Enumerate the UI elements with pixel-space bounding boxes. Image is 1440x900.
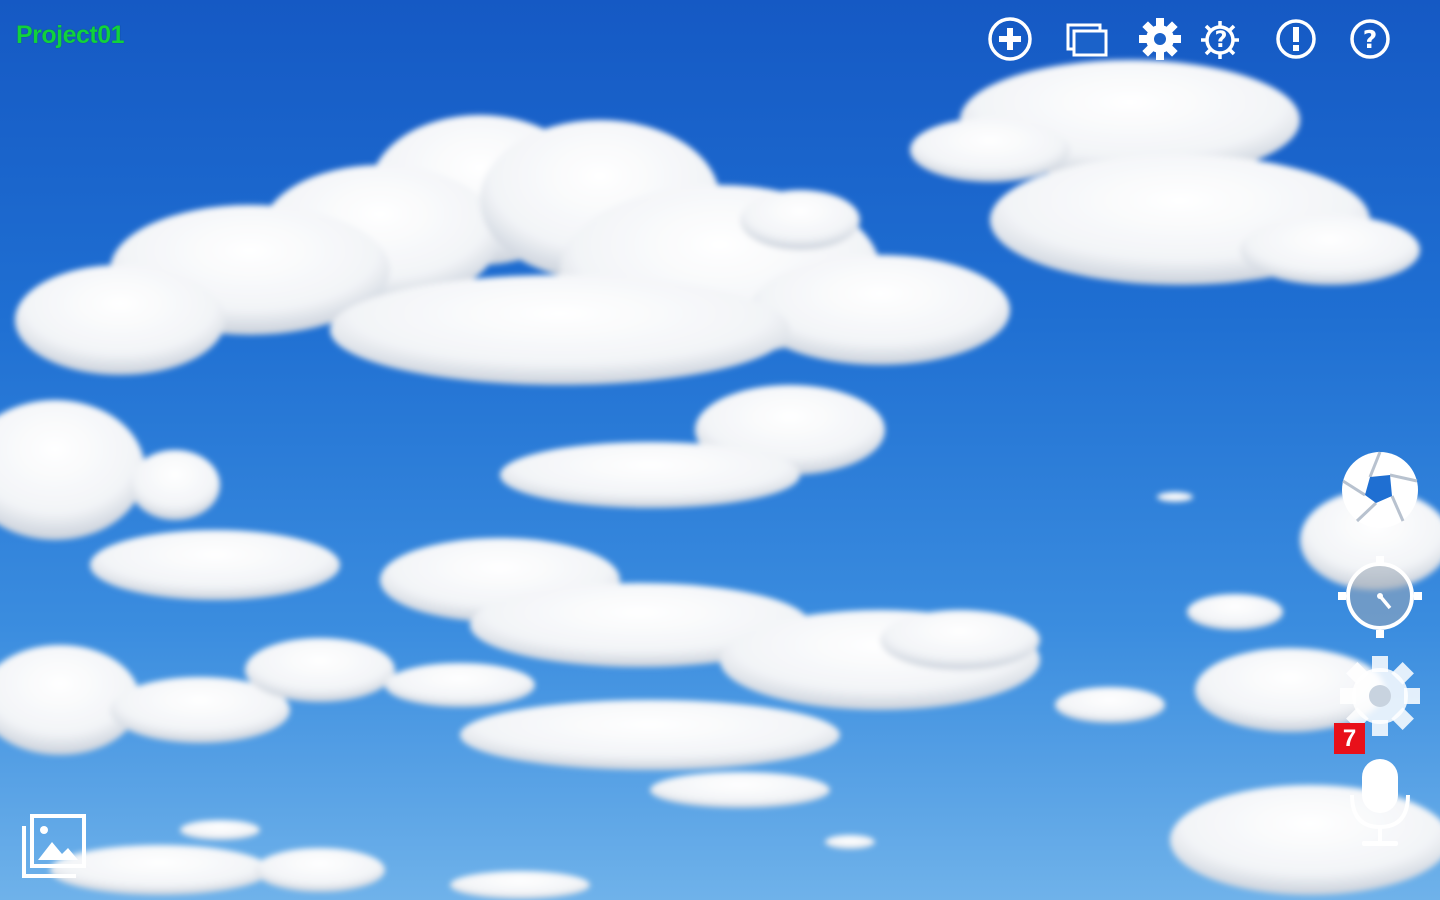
camera-side-tools: 7 — [1334, 445, 1426, 865]
top-toolbar: ? ? — [980, 14, 1410, 64]
help-button[interactable]: ? — [1344, 14, 1396, 64]
windows-icon — [1066, 23, 1108, 57]
gear-icon — [1139, 18, 1181, 60]
svg-text:?: ? — [1363, 25, 1378, 54]
alert-circle-icon — [1276, 19, 1316, 59]
gallery-button[interactable] — [18, 812, 90, 882]
windows-button[interactable] — [1060, 14, 1112, 64]
settings-button[interactable] — [1134, 14, 1186, 64]
info-button[interactable] — [1270, 14, 1322, 64]
shutter-button[interactable] — [1334, 445, 1426, 537]
timer-icon — [1338, 556, 1422, 638]
project-title: Project01 — [16, 21, 125, 49]
shutter-icon — [1342, 451, 1418, 528]
svg-text:?: ? — [1215, 28, 1228, 53]
help-settings-icon: ? — [1201, 21, 1239, 59]
question-circle-icon: ? — [1350, 19, 1390, 59]
microphone-button[interactable] — [1334, 757, 1426, 849]
timer-button[interactable] — [1334, 551, 1426, 643]
settings-count-badge: 7 — [1334, 723, 1365, 754]
microphone-icon — [1350, 759, 1410, 846]
add-circle-icon — [988, 17, 1032, 61]
camera-viewfinder[interactable]: Project01 ? ? 7 — [0, 0, 1440, 900]
gallery-icon — [22, 814, 86, 878]
help-settings-button[interactable]: ? — [1196, 14, 1248, 64]
preview-image — [0, 60, 1440, 899]
add-button[interactable] — [984, 14, 1036, 64]
